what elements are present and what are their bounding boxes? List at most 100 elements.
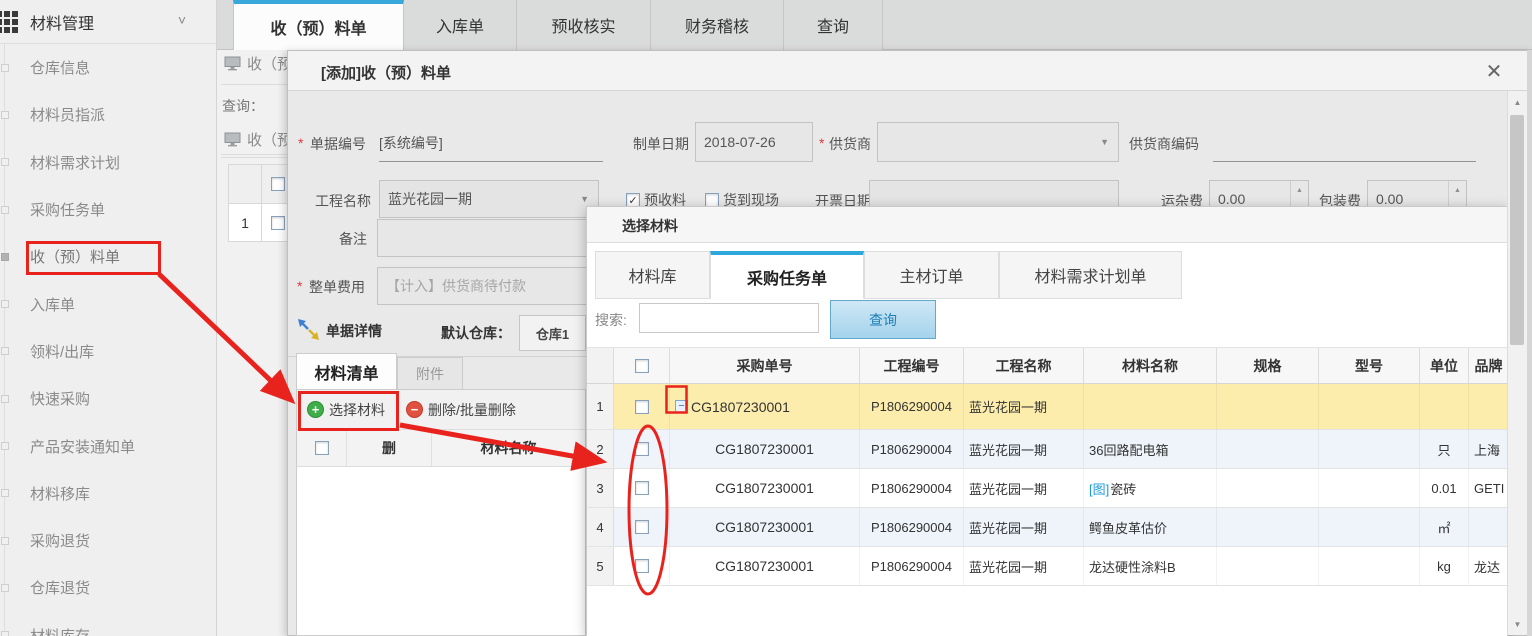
col-header-7[interactable]: 品牌 — [1469, 348, 1509, 383]
chevron-down-icon[interactable]: ˅ — [178, 12, 186, 28]
detail-section-title: 单据详情 — [326, 321, 382, 341]
top-tab-3[interactable]: 财务稽核 — [651, 0, 784, 50]
sidebar-title: 材料管理 — [30, 10, 94, 34]
table-row-3[interactable]: 3CG1807230001P1806290004蓝光花园一期[图]瓷砖0.01G… — [587, 469, 1509, 508]
collapse-icon[interactable]: − — [675, 400, 688, 413]
order-cost-field[interactable]: 【计入】供货商待付款 — [377, 267, 587, 305]
col-header-3[interactable]: 材料名称 — [1084, 348, 1217, 383]
cell-proj_name: 蓝光花园一期 — [964, 384, 1084, 429]
bg-section-heading: 收（预）料单 — [224, 53, 287, 74]
select-all-checkbox[interactable] — [271, 177, 285, 191]
sidebar-item-4[interactable]: 收（预）料单 — [0, 233, 216, 280]
row-checkbox[interactable] — [635, 481, 649, 495]
row-checkbox[interactable] — [635, 520, 649, 534]
sidebar-item-10[interactable]: 采购退货 — [0, 517, 216, 564]
dropdown-arrow-icon[interactable]: ▼ — [580, 194, 589, 204]
table-row-5[interactable]: 5CG1807230001P1806290004蓝光花园一期龙达硬性涂料Bkg龙… — [587, 547, 1509, 586]
delete-material-button[interactable]: − 删除/批量删除 — [406, 400, 516, 420]
cell-model — [1319, 508, 1420, 546]
sidebar-item-9[interactable]: 材料移库 — [0, 470, 216, 517]
cell-material: [图]瓷砖 — [1084, 469, 1217, 507]
bg-table-row[interactable]: 1 — [228, 203, 287, 242]
scrollbar-thumb[interactable] — [1510, 115, 1524, 345]
select-material-button[interactable]: + 选择材料 — [307, 400, 385, 420]
row-checkbox[interactable] — [635, 400, 649, 414]
scroll-down-icon[interactable]: ▼ — [1508, 615, 1527, 633]
sidebar-item-5[interactable]: 入库单 — [0, 280, 216, 327]
row-checkbox[interactable] — [635, 442, 649, 456]
cell-po: CG1807230001 — [670, 547, 860, 585]
select-material-dialog: 选择材料 材料库采购任务单主材订单材料需求计划单 搜索: 查询 采购单号工程编号… — [586, 206, 1508, 636]
sidebar-item-11[interactable]: 仓库退货 — [0, 564, 216, 611]
cell-material: 鳄鱼皮革估价 — [1084, 508, 1217, 546]
cell-po: CG1807230001 — [670, 430, 860, 468]
row-number: 3 — [587, 469, 614, 507]
remark-field[interactable] — [377, 219, 587, 257]
query-button[interactable]: 查询 — [830, 300, 936, 339]
tab-material-list[interactable]: 材料清单 — [296, 353, 397, 389]
table-row-1[interactable]: 1−CG1807230001P1806290004蓝光花园一期 — [587, 384, 1509, 430]
sidebar-item-6[interactable]: 领料/出库 — [0, 328, 216, 375]
dialog-tab-1[interactable]: 采购任务单 — [710, 251, 864, 299]
add-icon: + — [307, 401, 324, 418]
make-date-field[interactable]: 2018-07-26 — [695, 122, 813, 162]
row-checkbox[interactable] — [271, 216, 285, 230]
arrived-checkbox[interactable] — [705, 193, 719, 207]
sidebar-item-0[interactable]: 仓库信息 — [0, 44, 216, 91]
sidebar-item-8[interactable]: 产品安装通知单 — [0, 422, 216, 469]
cell-proj_no: P1806290004 — [860, 547, 964, 585]
row-number: 4 — [587, 508, 614, 546]
sidebar-item-12[interactable]: 材料库存 — [0, 612, 216, 636]
supplier-code-field[interactable] — [1213, 124, 1476, 162]
modal-scrollbar[interactable]: ▲ ▼ — [1507, 91, 1527, 635]
dropdown-arrow-icon[interactable]: ▼ — [1100, 137, 1109, 147]
dialog-tabs: 材料库采购任务单主材订单材料需求计划单 — [587, 251, 1507, 299]
sidebar-item-2[interactable]: 材料需求计划 — [0, 139, 216, 186]
apps-grid-icon — [0, 11, 20, 33]
tab-attachments[interactable]: 附件 — [397, 357, 463, 389]
cell-material: 36回路配电箱 — [1084, 430, 1217, 468]
top-tab-0[interactable]: 收（预）料单 — [233, 0, 404, 50]
top-tab-4[interactable]: 查询 — [784, 0, 883, 50]
scroll-up-icon[interactable]: ▲ — [1508, 93, 1527, 111]
table-row-2[interactable]: 2CG1807230001P1806290004蓝光花园一期36回路配电箱只上海 — [587, 430, 1509, 469]
close-icon[interactable]: ✕ — [1482, 59, 1506, 83]
col-header-2[interactable]: 工程名称 — [964, 348, 1084, 383]
col-header-6[interactable]: 单位 — [1420, 348, 1469, 383]
spin-up-icon[interactable]: ▲ — [1291, 181, 1308, 199]
project-label: 工程名称 — [315, 191, 371, 211]
sidebar-header[interactable]: 材料管理 ˅ — [0, 0, 216, 44]
order-cost-label: 整单费用 — [309, 277, 365, 297]
image-link[interactable]: [图] — [1089, 479, 1109, 498]
pre-receive-checkbox[interactable]: ✓ — [626, 193, 640, 207]
project-select[interactable]: 蓝光花园一期 ▼ — [379, 180, 599, 218]
doc-no-field[interactable]: [系统编号] — [379, 124, 603, 162]
search-input[interactable] — [639, 303, 819, 333]
checkbox-cell — [614, 547, 670, 585]
default-warehouse-field[interactable]: 仓库1 — [519, 315, 586, 351]
remove-icon: − — [406, 401, 423, 418]
col-header-4[interactable]: 规格 — [1217, 348, 1319, 383]
sidebar-item-7[interactable]: 快速采购 — [0, 375, 216, 422]
col-header-0[interactable]: 采购单号 — [670, 348, 860, 383]
cell-model — [1319, 547, 1420, 585]
dialog-tab-3[interactable]: 材料需求计划单 — [999, 251, 1182, 299]
cell-unit: ㎡ — [1420, 508, 1469, 546]
top-tab-1[interactable]: 入库单 — [404, 0, 517, 50]
supplier-code-label: 供货商编码 — [1129, 134, 1199, 154]
supplier-select[interactable]: ▼ — [877, 122, 1119, 162]
row-number: 1 — [587, 384, 614, 429]
top-tab-2[interactable]: 预收核实 — [517, 0, 651, 50]
dialog-tab-0[interactable]: 材料库 — [595, 251, 710, 299]
sidebar-item-1[interactable]: 材料员指派 — [0, 91, 216, 138]
col-header-5[interactable]: 型号 — [1319, 348, 1420, 383]
spin-up-icon[interactable]: ▲ — [1449, 181, 1466, 199]
table-row-4[interactable]: 4CG1807230001P1806290004蓝光花园一期鳄鱼皮革估价㎡ — [587, 508, 1509, 547]
row-checkbox[interactable] — [635, 559, 649, 573]
cell-proj_no: P1806290004 — [860, 430, 964, 468]
sidebar-item-3[interactable]: 采购任务单 — [0, 186, 216, 233]
col-header-1[interactable]: 工程编号 — [860, 348, 964, 383]
dialog-tab-2[interactable]: 主材订单 — [864, 251, 999, 299]
select-all-checkbox[interactable] — [635, 359, 649, 373]
select-all-checkbox[interactable] — [315, 441, 329, 455]
